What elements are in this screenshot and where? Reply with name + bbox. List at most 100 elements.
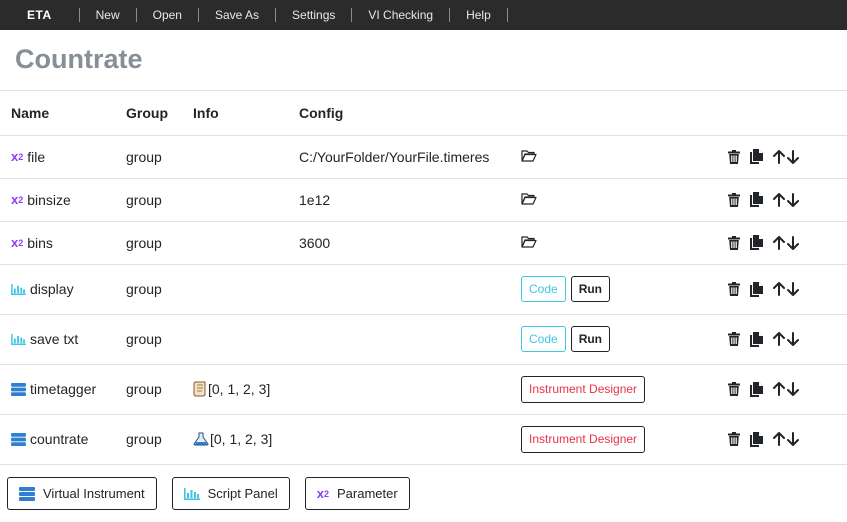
table-header-row: Name Group Info Config: [0, 91, 847, 136]
arrow-down-icon[interactable]: [787, 149, 799, 164]
add-parameter-button[interactable]: x2 Parameter: [304, 477, 410, 510]
group-cell[interactable]: group: [126, 264, 193, 315]
chart-icon: [11, 333, 26, 345]
nav-vi-checking[interactable]: VI Checking: [352, 8, 449, 22]
arrow-down-icon[interactable]: [787, 432, 799, 446]
group-cell[interactable]: group: [126, 414, 193, 465]
name-cell: x 2 binsize: [0, 178, 126, 222]
arrow-up-icon[interactable]: [773, 282, 785, 296]
trash-icon[interactable]: [728, 235, 740, 250]
arrow-down-icon[interactable]: [787, 235, 799, 250]
row-name[interactable]: timetagger: [30, 381, 96, 397]
info-cell-content: [0, 1, 2, 3]: [193, 381, 299, 397]
config-cell[interactable]: 3600: [299, 221, 521, 265]
arrow-up-icon[interactable]: [773, 149, 785, 164]
group-cell[interactable]: group: [126, 221, 193, 265]
group-cell[interactable]: group: [126, 135, 193, 179]
add-buttons-bar: Virtual Instrument Script Panel x2 Param…: [7, 477, 410, 510]
arrow-up-icon[interactable]: [773, 332, 785, 346]
info-value: [0, 1, 2, 3]: [210, 431, 273, 447]
arrow-down-icon[interactable]: [787, 332, 799, 346]
copy-icon[interactable]: [750, 381, 763, 397]
code-button[interactable]: Code: [521, 326, 566, 352]
config-cell[interactable]: 1e12: [299, 178, 521, 222]
parameter-icon: x2: [11, 235, 24, 250]
copy-icon[interactable]: [750, 192, 763, 207]
trash-icon[interactable]: [728, 282, 740, 296]
add-virtual-instrument-button[interactable]: Virtual Instrument: [7, 477, 157, 510]
nav-new[interactable]: New: [80, 8, 136, 22]
group-cell[interactable]: group: [126, 364, 193, 415]
controls-cell: [725, 178, 847, 222]
copy-icon[interactable]: [750, 431, 763, 447]
name-content: countrate: [11, 431, 126, 447]
add-parameter-label: Parameter: [336, 486, 398, 501]
scroll-icon: [193, 381, 207, 397]
trash-icon[interactable]: [728, 432, 740, 446]
column-header-actions: [521, 91, 725, 136]
row-name[interactable]: countrate: [30, 431, 88, 447]
run-button[interactable]: Run: [570, 326, 611, 352]
run-button[interactable]: Run: [570, 276, 611, 302]
arrow-up-icon[interactable]: [773, 382, 785, 396]
copy-icon[interactable]: [750, 149, 763, 164]
reorder-controls: [773, 235, 799, 250]
arrow-down-icon[interactable]: [787, 382, 799, 396]
arrow-up-icon[interactable]: [773, 432, 785, 446]
row-name[interactable]: bins: [27, 235, 53, 251]
instrument-designer-button[interactable]: Instrument Designer: [521, 375, 646, 403]
folder-open-icon[interactable]: [521, 149, 537, 165]
arrow-down-icon[interactable]: [787, 192, 799, 207]
server-icon: [19, 486, 35, 501]
table-row: x 2 bins group 3600: [0, 221, 847, 265]
arrow-up-icon[interactable]: [773, 235, 785, 250]
reorder-controls: [773, 432, 799, 446]
row-name[interactable]: file: [27, 149, 45, 165]
trash-icon[interactable]: [728, 149, 740, 164]
config-cell[interactable]: [299, 364, 521, 415]
arrow-up-icon[interactable]: [773, 192, 785, 207]
controls-cell: [725, 414, 847, 465]
controls-cell: [725, 135, 847, 179]
name-cell: save txt: [0, 314, 126, 365]
server-icon: [11, 432, 26, 446]
config-cell[interactable]: [299, 414, 521, 465]
nav-open[interactable]: Open: [137, 8, 198, 22]
row-controls: [728, 331, 847, 347]
trash-icon[interactable]: [728, 382, 740, 396]
config-cell[interactable]: [299, 314, 521, 365]
copy-icon[interactable]: [750, 235, 763, 250]
instrument-designer-button[interactable]: Instrument Designer: [521, 425, 646, 453]
copy-icon[interactable]: [750, 281, 763, 297]
name-content: x 2 bins: [11, 235, 126, 251]
nav-help[interactable]: Help: [450, 8, 507, 22]
info-cell: [193, 221, 299, 265]
row-name[interactable]: display: [30, 281, 74, 297]
group-cell[interactable]: group: [126, 314, 193, 365]
table-row: countrate group [0, 1, 2, 3] Instrument Des…: [0, 414, 847, 465]
parameter-icon: x2: [11, 192, 24, 207]
folder-open-icon[interactable]: [521, 235, 537, 251]
brand-logo[interactable]: ETA: [27, 8, 52, 22]
nav-save-as[interactable]: Save As: [199, 8, 275, 22]
row-name[interactable]: binsize: [27, 192, 71, 208]
trash-icon[interactable]: [728, 332, 740, 346]
group-cell[interactable]: group: [126, 178, 193, 222]
config-cell[interactable]: [299, 264, 521, 315]
action-cell: Instrument Designer: [521, 414, 725, 465]
config-cell[interactable]: C:/YourFolder/YourFile.timeres: [299, 135, 521, 179]
add-script-panel-button[interactable]: Script Panel: [171, 477, 290, 510]
parameter-icon: x2: [316, 486, 329, 501]
code-button[interactable]: Code: [521, 276, 566, 302]
controls-cell: [725, 314, 847, 365]
name-content: save txt: [11, 331, 126, 347]
copy-icon[interactable]: [750, 331, 763, 347]
arrow-down-icon[interactable]: [787, 282, 799, 296]
reorder-controls: [773, 332, 799, 346]
row-name[interactable]: save txt: [30, 331, 78, 347]
name-cell: countrate: [0, 414, 126, 465]
nav-settings[interactable]: Settings: [276, 8, 351, 22]
folder-open-icon[interactable]: [521, 192, 537, 208]
trash-icon[interactable]: [728, 192, 740, 207]
name-content: timetagger: [11, 381, 126, 397]
